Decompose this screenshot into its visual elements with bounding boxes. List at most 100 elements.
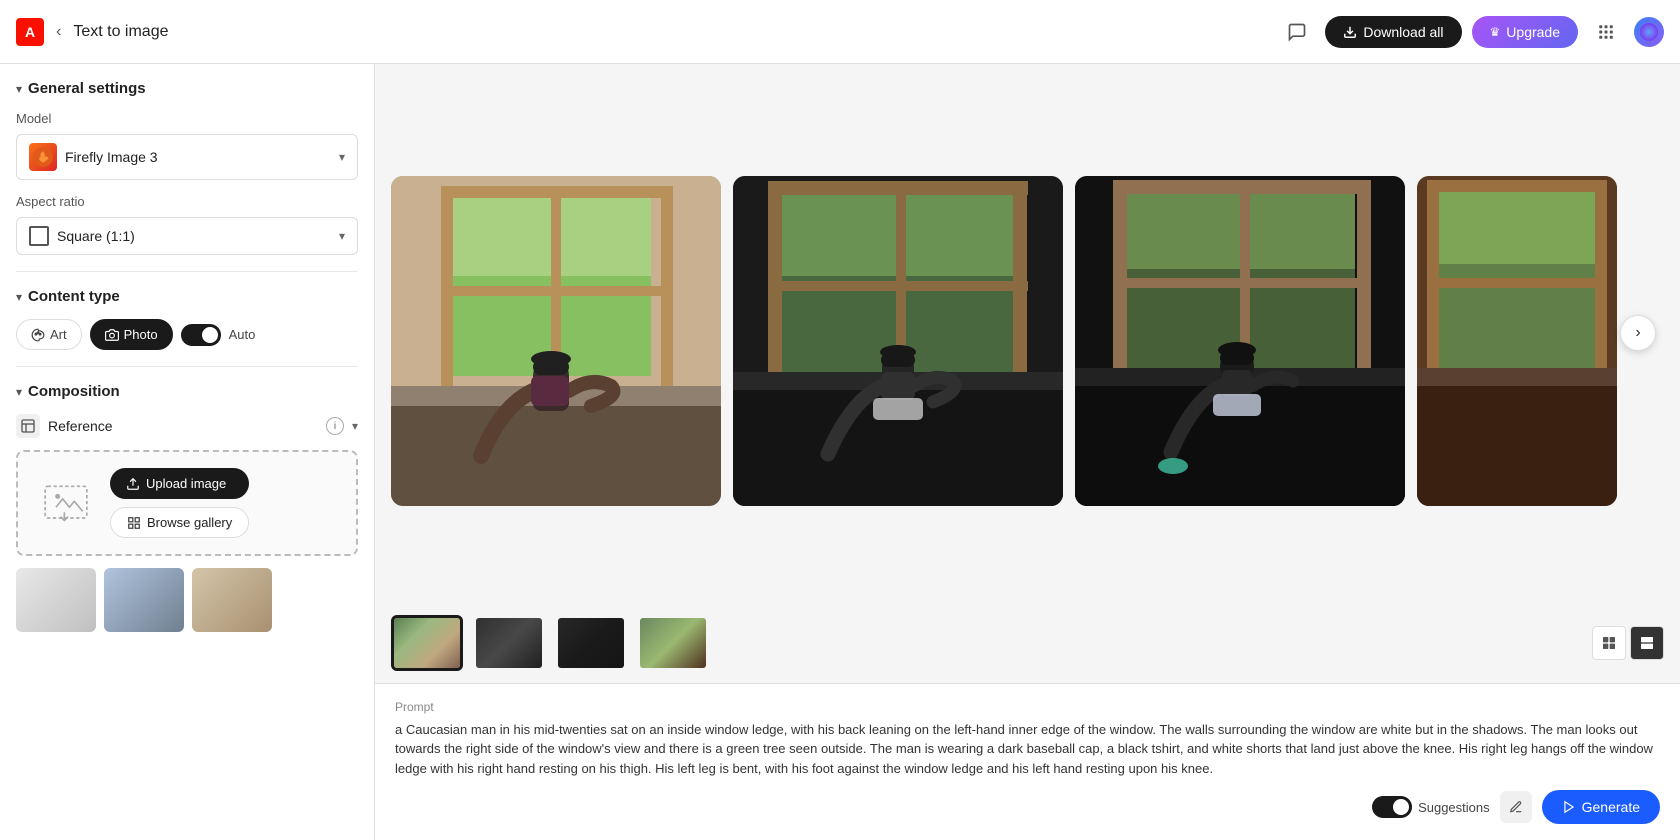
edit-prompt-button[interactable]	[1500, 791, 1532, 823]
view-toggle	[1592, 626, 1664, 660]
gallery-image-1[interactable]	[391, 176, 721, 506]
model-name: Firefly Image 3	[65, 149, 158, 165]
general-settings-chevron: ▾	[16, 82, 22, 96]
gallery-image-3[interactable]	[1075, 176, 1405, 506]
divider-2	[16, 366, 358, 367]
back-button[interactable]: ‹	[52, 19, 65, 45]
thumbnail-4[interactable]	[637, 615, 709, 671]
gallery-image-2[interactable]	[733, 176, 1063, 506]
header-right: Download all ♛ Upgrade	[1279, 14, 1664, 50]
main-layout: ▾ General settings Model Firefly Image 3…	[0, 64, 1680, 840]
avatar[interactable]	[1634, 17, 1664, 47]
header-left: A ‹ Text to image	[16, 18, 1267, 46]
toggle-thumb	[202, 327, 218, 343]
apps-grid-icon	[1597, 23, 1615, 41]
thumbnail-4-bg	[640, 618, 706, 668]
camera-icon	[105, 328, 119, 342]
app-header: A ‹ Text to image Download all ♛ Upgrade	[0, 0, 1680, 64]
auto-toggle[interactable]	[181, 324, 221, 346]
auto-toggle-row: Auto	[181, 324, 256, 346]
thumbnail-1-bg	[394, 618, 460, 668]
suggestions-toggle: Suggestions	[1372, 796, 1490, 818]
gallery-next-arrow[interactable]: ›	[1620, 315, 1656, 351]
upload-image-button[interactable]: Upload image	[110, 468, 249, 499]
composition-chevron: ▾	[16, 385, 22, 399]
general-settings-title: General settings	[28, 80, 146, 97]
image-gallery: ›	[375, 64, 1680, 603]
suggestions-label: Suggestions	[1418, 800, 1490, 815]
upload-buttons: Upload image Browse gallery	[110, 468, 249, 538]
gallery-image-3-svg	[1075, 176, 1405, 506]
art-type-button[interactable]: Art	[16, 319, 82, 350]
grid-view-button[interactable]	[1592, 626, 1626, 660]
reference-icon	[16, 414, 40, 438]
aspect-ratio-select[interactable]: Square (1:1) ▾	[16, 217, 358, 255]
sidebar: ▾ General settings Model Firefly Image 3…	[0, 64, 375, 840]
reference-info-icon[interactable]: i	[326, 417, 344, 435]
art-icon	[31, 328, 45, 342]
reference-thumb-2[interactable]	[104, 568, 184, 632]
thumbnail-3[interactable]	[555, 615, 627, 671]
suggestions-switch[interactable]	[1372, 796, 1412, 818]
general-settings-header[interactable]: ▾ General settings	[16, 80, 358, 97]
aspect-chevron-icon: ▾	[339, 229, 345, 243]
page-title: Text to image	[73, 23, 168, 41]
prompt-label: Prompt	[395, 700, 1660, 714]
generate-icon	[1562, 800, 1576, 814]
download-icon	[1343, 25, 1357, 39]
thumbnail-1[interactable]	[391, 615, 463, 671]
adobe-logo[interactable]: A	[16, 18, 44, 46]
chat-icon-button[interactable]	[1279, 14, 1315, 50]
thumbnail-2[interactable]	[473, 615, 545, 671]
prompt-footer: Suggestions Generate	[395, 790, 1660, 824]
composition-title: Composition	[28, 383, 120, 400]
reference-header: Reference i ▾	[16, 414, 358, 438]
thumbnail-3-bg	[558, 618, 624, 668]
content-type-title: Content type	[28, 288, 120, 305]
grid-icon	[1601, 635, 1617, 651]
gallery-image-4[interactable]	[1417, 176, 1617, 506]
thumbnails-row	[375, 603, 1680, 683]
upload-icon	[126, 477, 140, 491]
reference-thumb-1[interactable]	[16, 568, 96, 632]
divider-1	[16, 271, 358, 272]
content-type-header[interactable]: ▾ Content type	[16, 288, 358, 305]
content-type-buttons: Art Photo Auto	[16, 319, 358, 350]
browse-gallery-button[interactable]: Browse gallery	[110, 507, 249, 538]
firefly-icon	[33, 147, 53, 167]
photo-type-button[interactable]: Photo	[90, 319, 173, 350]
reference-chevron-icon: ▾	[352, 419, 358, 433]
reference-label: Reference	[48, 418, 318, 434]
edit-icon	[1509, 800, 1523, 814]
gallery-image-1-svg	[391, 176, 721, 506]
model-select-inner: Firefly Image 3	[29, 143, 158, 171]
browse-icon	[127, 516, 141, 530]
aspect-ratio-icon	[29, 226, 49, 246]
reference-thumbnails	[16, 568, 358, 632]
avatar-icon	[1640, 23, 1658, 41]
gallery-image-2-svg	[733, 176, 1063, 506]
suggestions-thumb	[1393, 799, 1409, 815]
content-area: ›	[375, 64, 1680, 840]
list-view-button[interactable]	[1630, 626, 1664, 660]
upgrade-button[interactable]: ♛ Upgrade	[1472, 16, 1578, 48]
composition-header[interactable]: ▾ Composition	[16, 383, 358, 400]
model-select[interactable]: Firefly Image 3 ▾	[16, 134, 358, 180]
aspect-ratio-inner: Square (1:1)	[29, 226, 135, 246]
content-type-chevron: ▾	[16, 290, 22, 304]
gallery-image-4-svg	[1417, 176, 1617, 506]
download-all-button[interactable]: Download all	[1325, 16, 1461, 48]
auto-label: Auto	[229, 327, 256, 342]
prompt-text: a Caucasian man in his mid-twenties sat …	[395, 720, 1660, 779]
upload-placeholder	[34, 471, 98, 535]
generate-button[interactable]: Generate	[1542, 790, 1660, 824]
reference-section: Reference i ▾ Upload image	[16, 414, 358, 632]
reference-thumb-3[interactable]	[192, 568, 272, 632]
upload-image-icon	[41, 478, 91, 528]
thumbnail-2-bg	[476, 618, 542, 668]
model-thumbnail	[29, 143, 57, 171]
apps-grid-button[interactable]	[1588, 14, 1624, 50]
aspect-ratio-label: Aspect ratio	[16, 194, 358, 209]
prompt-area: Prompt a Caucasian man in his mid-twenti…	[375, 683, 1680, 840]
model-chevron-icon: ▾	[339, 150, 345, 164]
